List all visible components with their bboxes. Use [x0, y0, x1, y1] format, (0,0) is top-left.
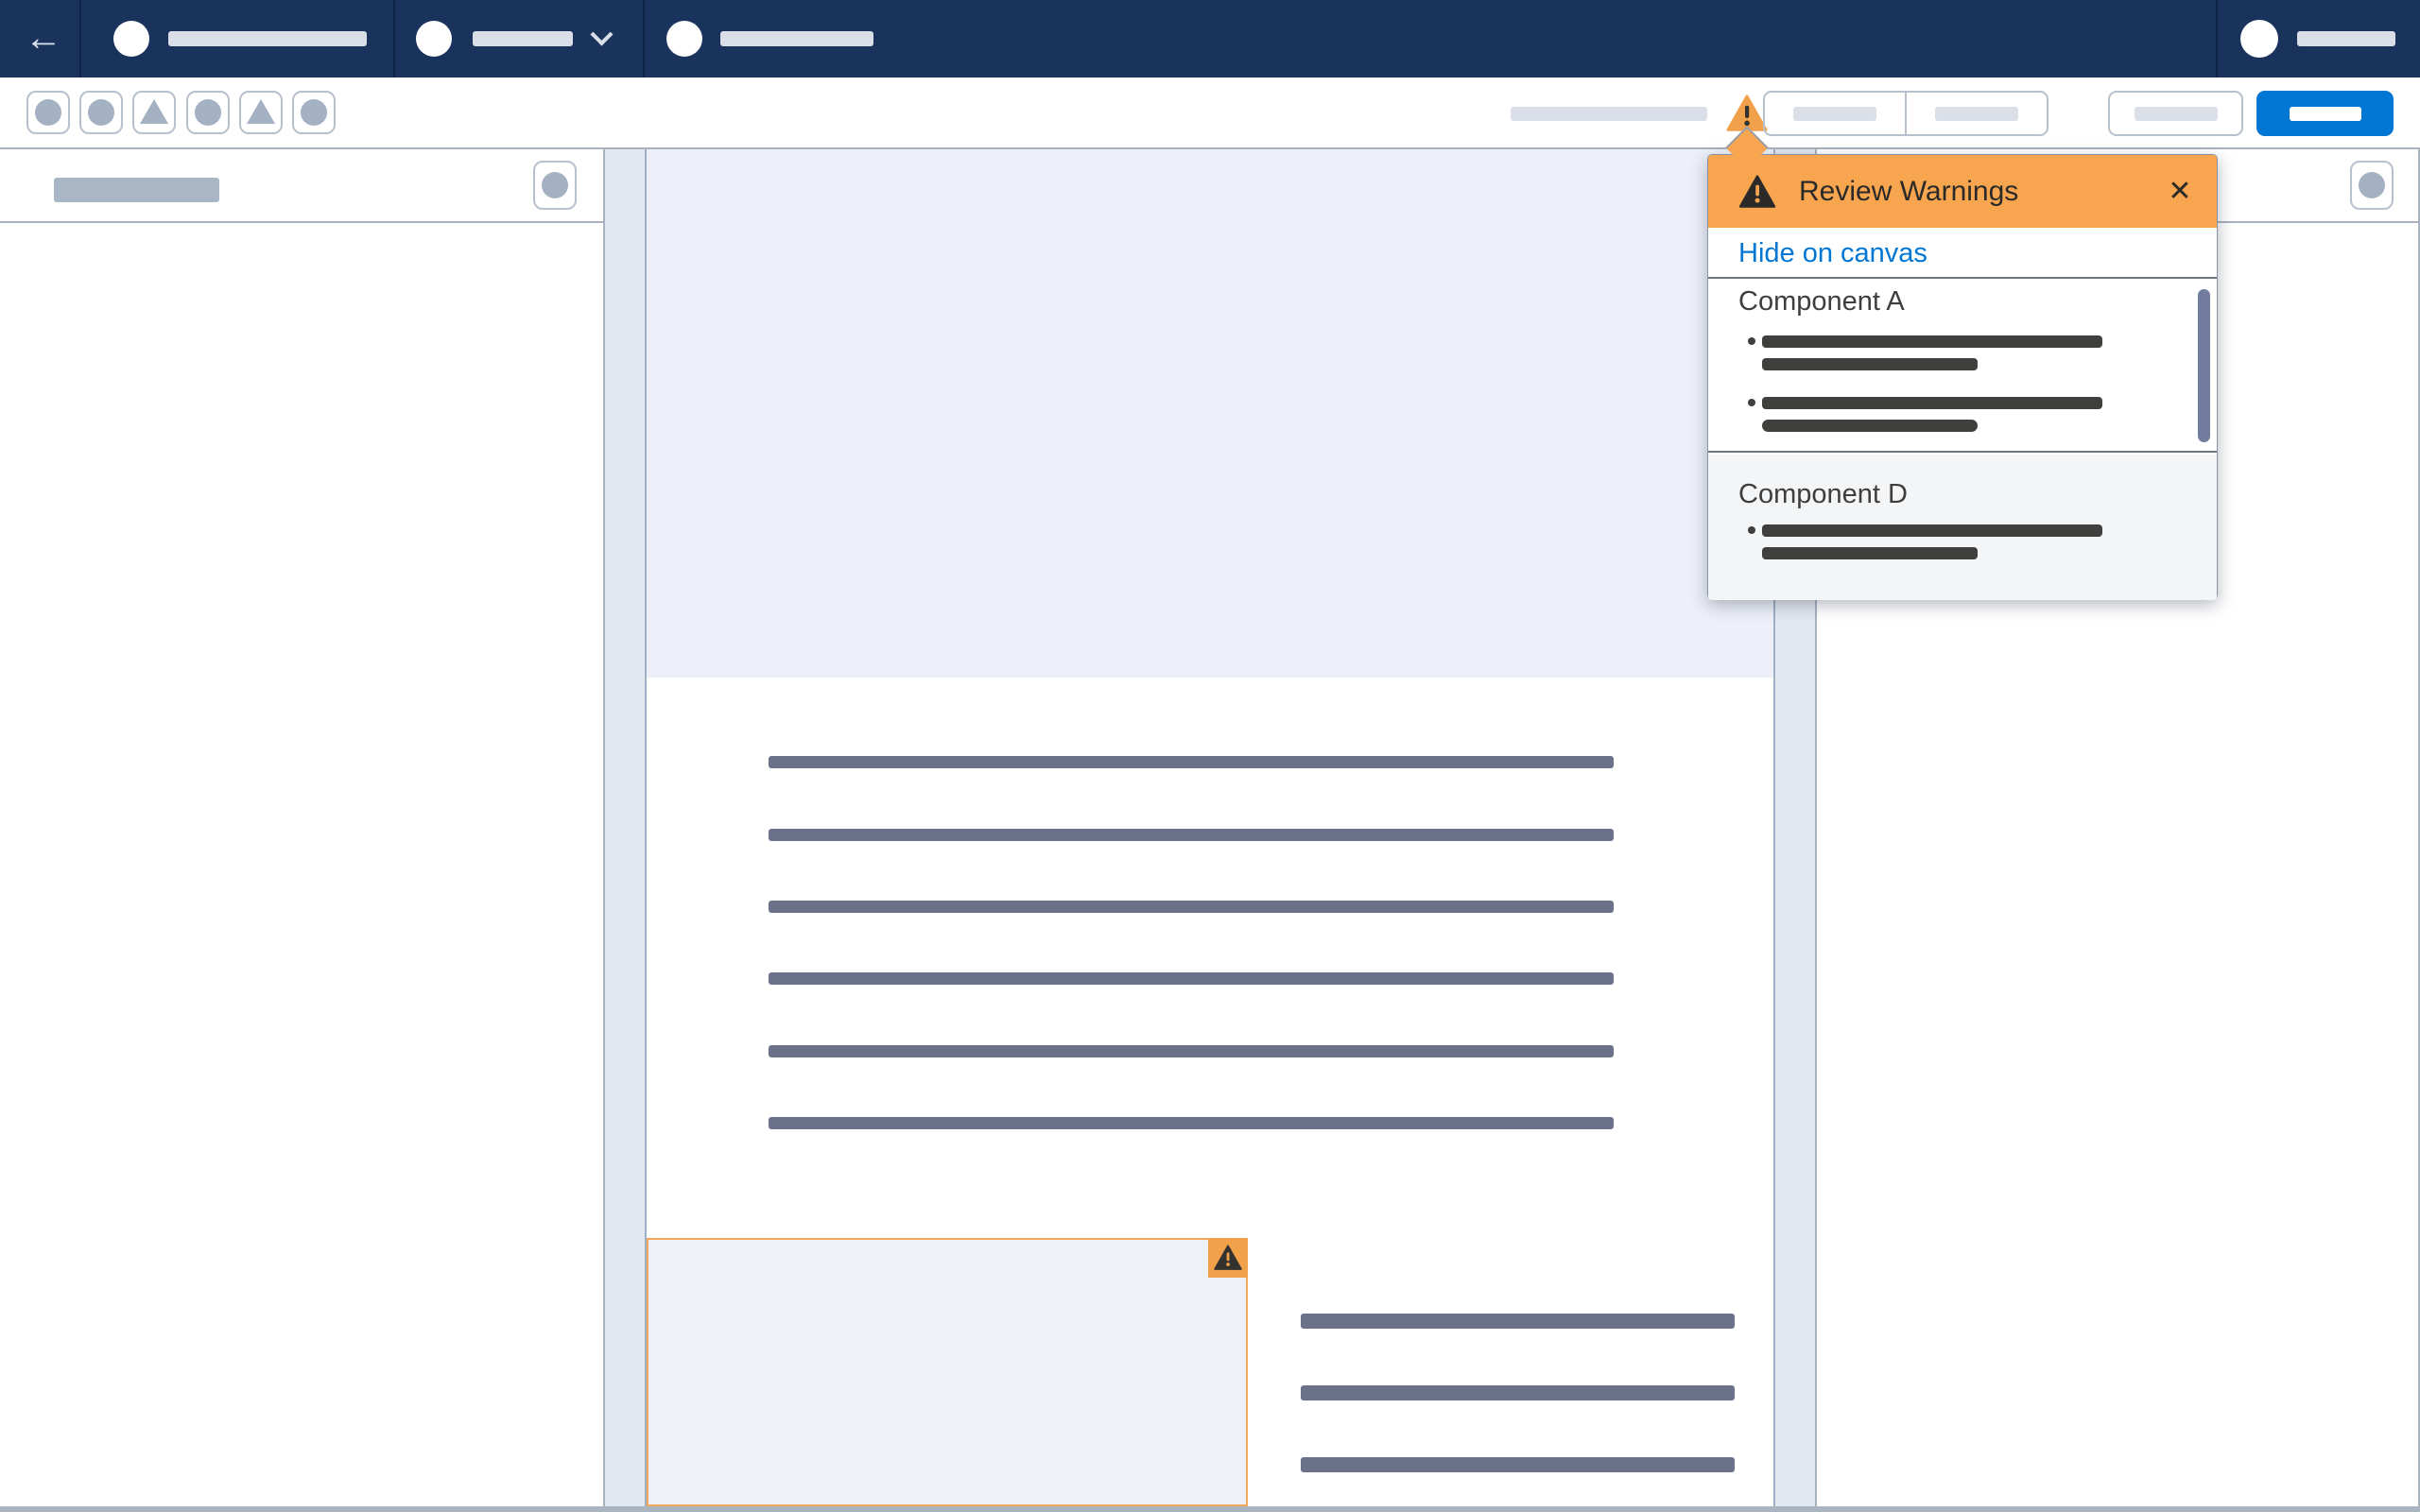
text-line-placeholder [769, 901, 1614, 913]
bullet-dot [1748, 337, 1755, 345]
text-line-placeholder [769, 1045, 1614, 1057]
builder-toolbar [0, 77, 2420, 149]
toolbar-button-group [1763, 91, 2048, 136]
text-line-placeholder [1301, 1385, 1735, 1400]
component-name: Component A [1738, 286, 1905, 317]
page-circle [666, 21, 702, 57]
text-line-placeholder [1301, 1314, 1735, 1329]
circle-icon [88, 99, 114, 126]
left-panel-header [0, 149, 603, 223]
warning-section-component-a: Component A [1708, 281, 2217, 453]
warning-text-placeholder [1762, 420, 1978, 432]
warning-text-placeholder [1762, 335, 2102, 348]
circle-icon [542, 172, 568, 198]
top-navigation-bar: ← [0, 0, 2420, 77]
username-placeholder [2297, 31, 2395, 46]
app-logo-circle [113, 21, 149, 57]
warning-text-placeholder [1762, 524, 2102, 537]
circle-icon [35, 99, 61, 126]
text-line-placeholder [769, 1117, 1614, 1129]
warning-triangle-icon [1738, 175, 1776, 208]
toolbar-button-4[interactable] [186, 91, 230, 134]
toolbar-button-6[interactable] [292, 91, 336, 134]
workspace-label-placeholder [473, 31, 573, 46]
topbar-divider [2216, 0, 2218, 77]
text-line-placeholder [769, 756, 1614, 768]
popover-title: Review Warnings [1799, 175, 2019, 207]
back-arrow-icon[interactable]: ← [21, 15, 66, 60]
button-label-placeholder [2289, 106, 2361, 121]
text-line-placeholder [769, 829, 1614, 841]
panel-collapse-button[interactable] [2350, 161, 2394, 210]
page-canvas [645, 149, 1775, 1506]
stage-bottom-edge [0, 1506, 2420, 1512]
panel-collapse-button[interactable] [533, 161, 577, 210]
topbar-divider [393, 0, 395, 77]
button-label-placeholder [1935, 106, 2018, 121]
triangle-icon [140, 98, 168, 124]
secondary-button[interactable] [2108, 91, 2243, 136]
warning-text-placeholder [1762, 397, 2102, 409]
circle-icon [301, 99, 327, 126]
warning-triangle-icon [1214, 1245, 1242, 1270]
panel-title-placeholder [54, 178, 219, 202]
button-label-placeholder [1793, 106, 1876, 121]
chevron-down-icon [590, 23, 614, 46]
popover-scrollbar[interactable] [2198, 289, 2210, 442]
avatar [2240, 20, 2278, 58]
hide-on-canvas-link[interactable]: Hide on canvas [1738, 238, 1927, 269]
topbar-divider [643, 0, 645, 77]
flagged-component[interactable] [647, 1238, 1248, 1506]
app-title-placeholder [168, 31, 367, 46]
toolbar-button-5[interactable] [239, 91, 283, 134]
bullet-dot [1748, 399, 1755, 406]
component-warning-badge[interactable] [1208, 1238, 1248, 1278]
circle-icon [2359, 172, 2385, 198]
page-label-placeholder [720, 31, 873, 46]
topbar-divider [79, 0, 81, 77]
triangle-icon [247, 98, 275, 124]
popover-header: Review Warnings ✕ [1708, 155, 2217, 228]
text-line-placeholder [769, 972, 1614, 985]
button-label-placeholder [2134, 106, 2218, 121]
warning-section-component-d: Component D [1708, 455, 2217, 600]
text-line-placeholder [1301, 1457, 1735, 1472]
hero-image-placeholder[interactable] [647, 149, 1773, 678]
warning-text-placeholder [1762, 358, 1978, 370]
component-name: Component D [1738, 479, 1908, 509]
toolbar-button-3[interactable] [132, 91, 176, 134]
circle-icon [195, 99, 221, 126]
warning-text-placeholder [1762, 547, 1978, 559]
workspace-circle [416, 21, 452, 57]
group-button-2[interactable] [1905, 93, 2047, 134]
group-button-1[interactable] [1765, 93, 1905, 134]
popover-hide-row: Hide on canvas [1708, 228, 2217, 279]
toolbar-button-2[interactable] [79, 91, 123, 134]
status-text-placeholder [1511, 107, 1707, 121]
toolbar-button-1[interactable] [26, 91, 70, 134]
bullet-dot [1748, 526, 1755, 534]
primary-publish-button[interactable] [2256, 91, 2394, 136]
review-warnings-popover: Review Warnings ✕ Hide on canvas Compone… [1707, 154, 2218, 600]
close-icon[interactable]: ✕ [2160, 172, 2200, 212]
left-components-panel [0, 149, 605, 1506]
